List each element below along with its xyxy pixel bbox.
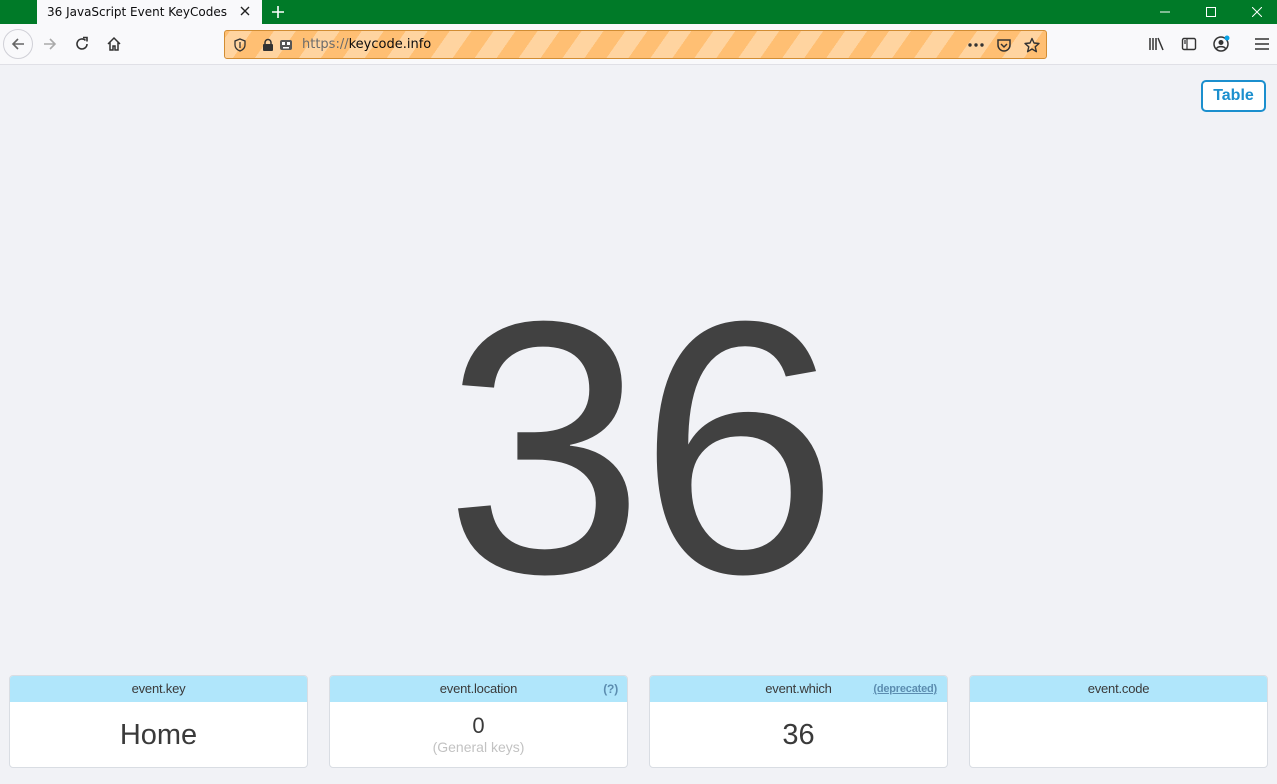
tab-title: 36 JavaScript Event KeyCodes bbox=[47, 5, 227, 19]
browser-tab[interactable]: 36 JavaScript Event KeyCodes bbox=[37, 0, 262, 24]
location-help-link[interactable]: (?) bbox=[603, 676, 618, 702]
minimize-icon[interactable] bbox=[1142, 0, 1188, 24]
browser-navbar: https://keycode.info bbox=[0, 24, 1277, 65]
table-button[interactable]: Table bbox=[1201, 80, 1266, 112]
account-icon[interactable] bbox=[1207, 30, 1235, 58]
event-key-title: event.key bbox=[10, 676, 307, 702]
sidebar-icon[interactable] bbox=[1175, 30, 1203, 58]
maximize-icon[interactable] bbox=[1188, 0, 1234, 24]
new-tab-button[interactable] bbox=[268, 0, 288, 24]
browser-titlebar: 36 JavaScript Event KeyCodes bbox=[0, 0, 1277, 24]
event-which-title: event.which (deprecated) bbox=[650, 676, 947, 702]
window-close-icon[interactable] bbox=[1234, 0, 1277, 24]
event-code-title: event.code bbox=[970, 676, 1267, 702]
lock-icon[interactable] bbox=[258, 35, 278, 55]
menu-icon[interactable] bbox=[1248, 30, 1276, 58]
event-key-card: event.key Home bbox=[9, 675, 308, 768]
reload-icon[interactable] bbox=[68, 30, 96, 58]
url-text[interactable]: https://keycode.info bbox=[302, 37, 431, 52]
event-key-value: Home bbox=[119, 718, 198, 751]
forward-arrow-icon[interactable] bbox=[36, 30, 64, 58]
tab-close-icon[interactable] bbox=[236, 2, 254, 20]
shield-icon[interactable] bbox=[230, 35, 250, 55]
url-host: keycode.info bbox=[348, 37, 432, 52]
url-protocol: https:// bbox=[302, 37, 349, 52]
event-location-description: (General keys) bbox=[432, 739, 525, 755]
pocket-icon[interactable] bbox=[994, 35, 1014, 55]
url-bar[interactable]: https://keycode.info bbox=[224, 30, 1047, 59]
home-icon[interactable] bbox=[100, 30, 128, 58]
deprecated-link[interactable]: (deprecated) bbox=[873, 676, 937, 702]
back-arrow-icon[interactable] bbox=[3, 29, 33, 59]
event-which-value: 36 bbox=[782, 718, 815, 751]
keycode-display: 36 bbox=[444, 247, 838, 649]
more-icon[interactable] bbox=[966, 35, 986, 55]
event-which-card: event.which (deprecated) 36 bbox=[649, 675, 948, 768]
star-icon[interactable] bbox=[1022, 35, 1042, 55]
library-icon[interactable] bbox=[1143, 30, 1171, 58]
robot-icon[interactable] bbox=[276, 35, 296, 55]
event-location-value: 0 bbox=[472, 713, 485, 738]
event-code-card: event.code bbox=[969, 675, 1268, 768]
event-location-title: event.location (?) bbox=[330, 676, 627, 702]
event-location-card: event.location (?) 0 (General keys) bbox=[329, 675, 628, 768]
